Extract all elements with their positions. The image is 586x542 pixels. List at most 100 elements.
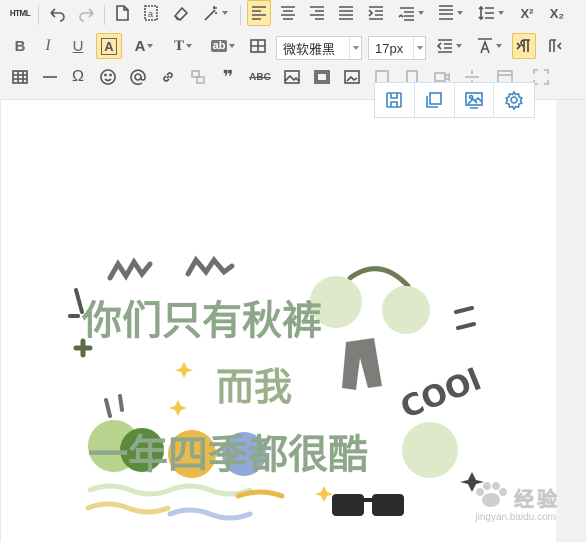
font-size-value: 17px <box>375 40 404 56</box>
spacing-bottom-icon <box>439 5 453 20</box>
format-painter-button[interactable] <box>168 0 194 26</box>
image-settings-button[interactable] <box>494 83 534 117</box>
align-center-button[interactable] <box>276 0 300 26</box>
emoticon-button[interactable] <box>96 64 120 90</box>
font-family-select[interactable]: 微软雅黑 <box>276 36 362 60</box>
superscript-button[interactable]: X² <box>514 0 540 26</box>
chevron-down-icon <box>349 37 361 59</box>
insert-multi-image-button[interactable] <box>310 64 334 90</box>
background-color-button[interactable]: ab <box>206 33 240 59</box>
paste-plain-button[interactable]: a <box>138 0 164 26</box>
align-left-button[interactable] <box>247 0 271 26</box>
boxed-a-icon: A <box>101 37 117 55</box>
auto-format-button[interactable] <box>198 0 232 26</box>
undo-icon <box>50 8 65 22</box>
font-color-button[interactable]: A <box>128 33 160 59</box>
rtl-direction-button[interactable] <box>542 33 566 59</box>
spellcheck-button[interactable]: ABC <box>246 64 274 90</box>
quote-icon: ❞ <box>222 66 234 87</box>
toolbar-row-2: B I U A A T ab 微软雅黑 17px <box>0 33 586 63</box>
omega-icon: Ω <box>72 68 84 85</box>
insert-table-button[interactable] <box>8 64 32 90</box>
spacing-top-icon <box>398 7 414 21</box>
paragraph-spacing-top-button[interactable] <box>395 0 427 26</box>
redo-button[interactable] <box>74 0 100 26</box>
line-height-icon <box>478 5 494 21</box>
html-label: HTML <box>9 8 31 18</box>
image-frame-icon <box>314 70 330 84</box>
image-save-button[interactable] <box>375 83 415 117</box>
unlink-icon <box>191 70 205 84</box>
indent-size-button[interactable] <box>432 33 466 59</box>
letter-a-line-icon <box>478 38 492 54</box>
insert-gallery-button[interactable] <box>340 64 364 90</box>
image-copy-button[interactable] <box>415 83 455 117</box>
copy-icon <box>426 92 442 108</box>
blockquote-button[interactable]: ❞ <box>216 64 240 90</box>
gear-icon <box>505 90 524 110</box>
special-char-button[interactable]: Ω <box>66 64 90 90</box>
align-right-icon <box>310 6 324 20</box>
font-border-button[interactable]: A <box>96 33 122 59</box>
save-icon <box>386 92 403 108</box>
gallery-icon <box>344 70 360 84</box>
subscript-button[interactable]: X₂ <box>544 0 570 26</box>
underline-button[interactable]: U <box>66 33 90 59</box>
text-transform-button[interactable] <box>472 33 506 59</box>
indent-lines-icon <box>436 39 452 53</box>
horizontal-rule-button[interactable] <box>38 64 62 90</box>
image-floating-toolbar <box>374 82 535 118</box>
eraser-icon <box>173 6 189 22</box>
mention-button[interactable] <box>126 64 150 90</box>
paragraph-spacing-bottom-button[interactable] <box>434 0 466 26</box>
clear-format-button[interactable] <box>246 33 270 59</box>
link-icon <box>163 72 173 82</box>
svg-text:a: a <box>148 9 153 19</box>
artwork-line-1: 你们只有秋裤 <box>81 298 322 344</box>
unlink-button[interactable] <box>186 64 210 90</box>
image-icon <box>284 70 300 84</box>
insert-image-button[interactable] <box>280 64 304 90</box>
toolbar-row-1: HTML a X² X₂ <box>0 0 586 30</box>
highlight-ab-icon: ab <box>210 40 228 52</box>
justify-icon <box>339 6 353 20</box>
ltr-direction-button[interactable] <box>512 33 536 59</box>
align-left-icon <box>252 6 266 20</box>
superscript-label: X² <box>520 5 534 21</box>
watermark-name: 经验 <box>514 489 560 511</box>
indent-button[interactable] <box>363 0 389 26</box>
paragraph-ltr-icon <box>516 39 530 52</box>
bold-button[interactable]: B <box>8 33 32 59</box>
italic-icon: I <box>45 37 51 54</box>
line-height-button[interactable] <box>474 0 508 26</box>
html-source-button[interactable]: HTML <box>6 0 34 26</box>
artwork-line-3: 一年四季都很酷 <box>88 432 368 478</box>
paw-logo-icon <box>472 480 510 515</box>
font-size-select[interactable]: 17px <box>368 36 426 60</box>
image-settings-icon <box>465 92 483 109</box>
horizontal-line-icon <box>43 76 57 78</box>
text-style-icon: T <box>173 37 184 54</box>
new-document-button[interactable] <box>110 0 134 26</box>
document-icon <box>116 5 129 21</box>
italic-button[interactable]: I <box>36 33 60 59</box>
undo-button[interactable] <box>44 0 70 26</box>
link-button[interactable] <box>156 64 180 90</box>
indent-icon <box>368 6 383 20</box>
artwork-line-2: 而我 <box>216 365 292 409</box>
baidu-jingyan-watermark: 经验 <box>472 480 560 515</box>
align-right-button[interactable] <box>305 0 329 26</box>
chevron-down-icon <box>413 37 425 59</box>
inserted-artwork-image[interactable]: 你们只有秋裤 而我 一年四季都很酷 COOl <box>60 250 500 540</box>
paste-text-icon: a <box>144 5 158 21</box>
smiley-icon <box>100 69 116 85</box>
bold-icon: B <box>14 37 26 55</box>
justify-button[interactable] <box>334 0 358 26</box>
font-family-value: 微软雅黑 <box>283 41 336 57</box>
font-style-button[interactable]: T <box>166 33 200 59</box>
image-replace-button[interactable] <box>455 83 495 117</box>
vertical-scrollbar[interactable] <box>556 100 586 542</box>
redo-icon <box>79 8 94 22</box>
paragraph-rtl-icon <box>549 39 562 52</box>
artwork-cool-text: COOl <box>396 362 486 426</box>
